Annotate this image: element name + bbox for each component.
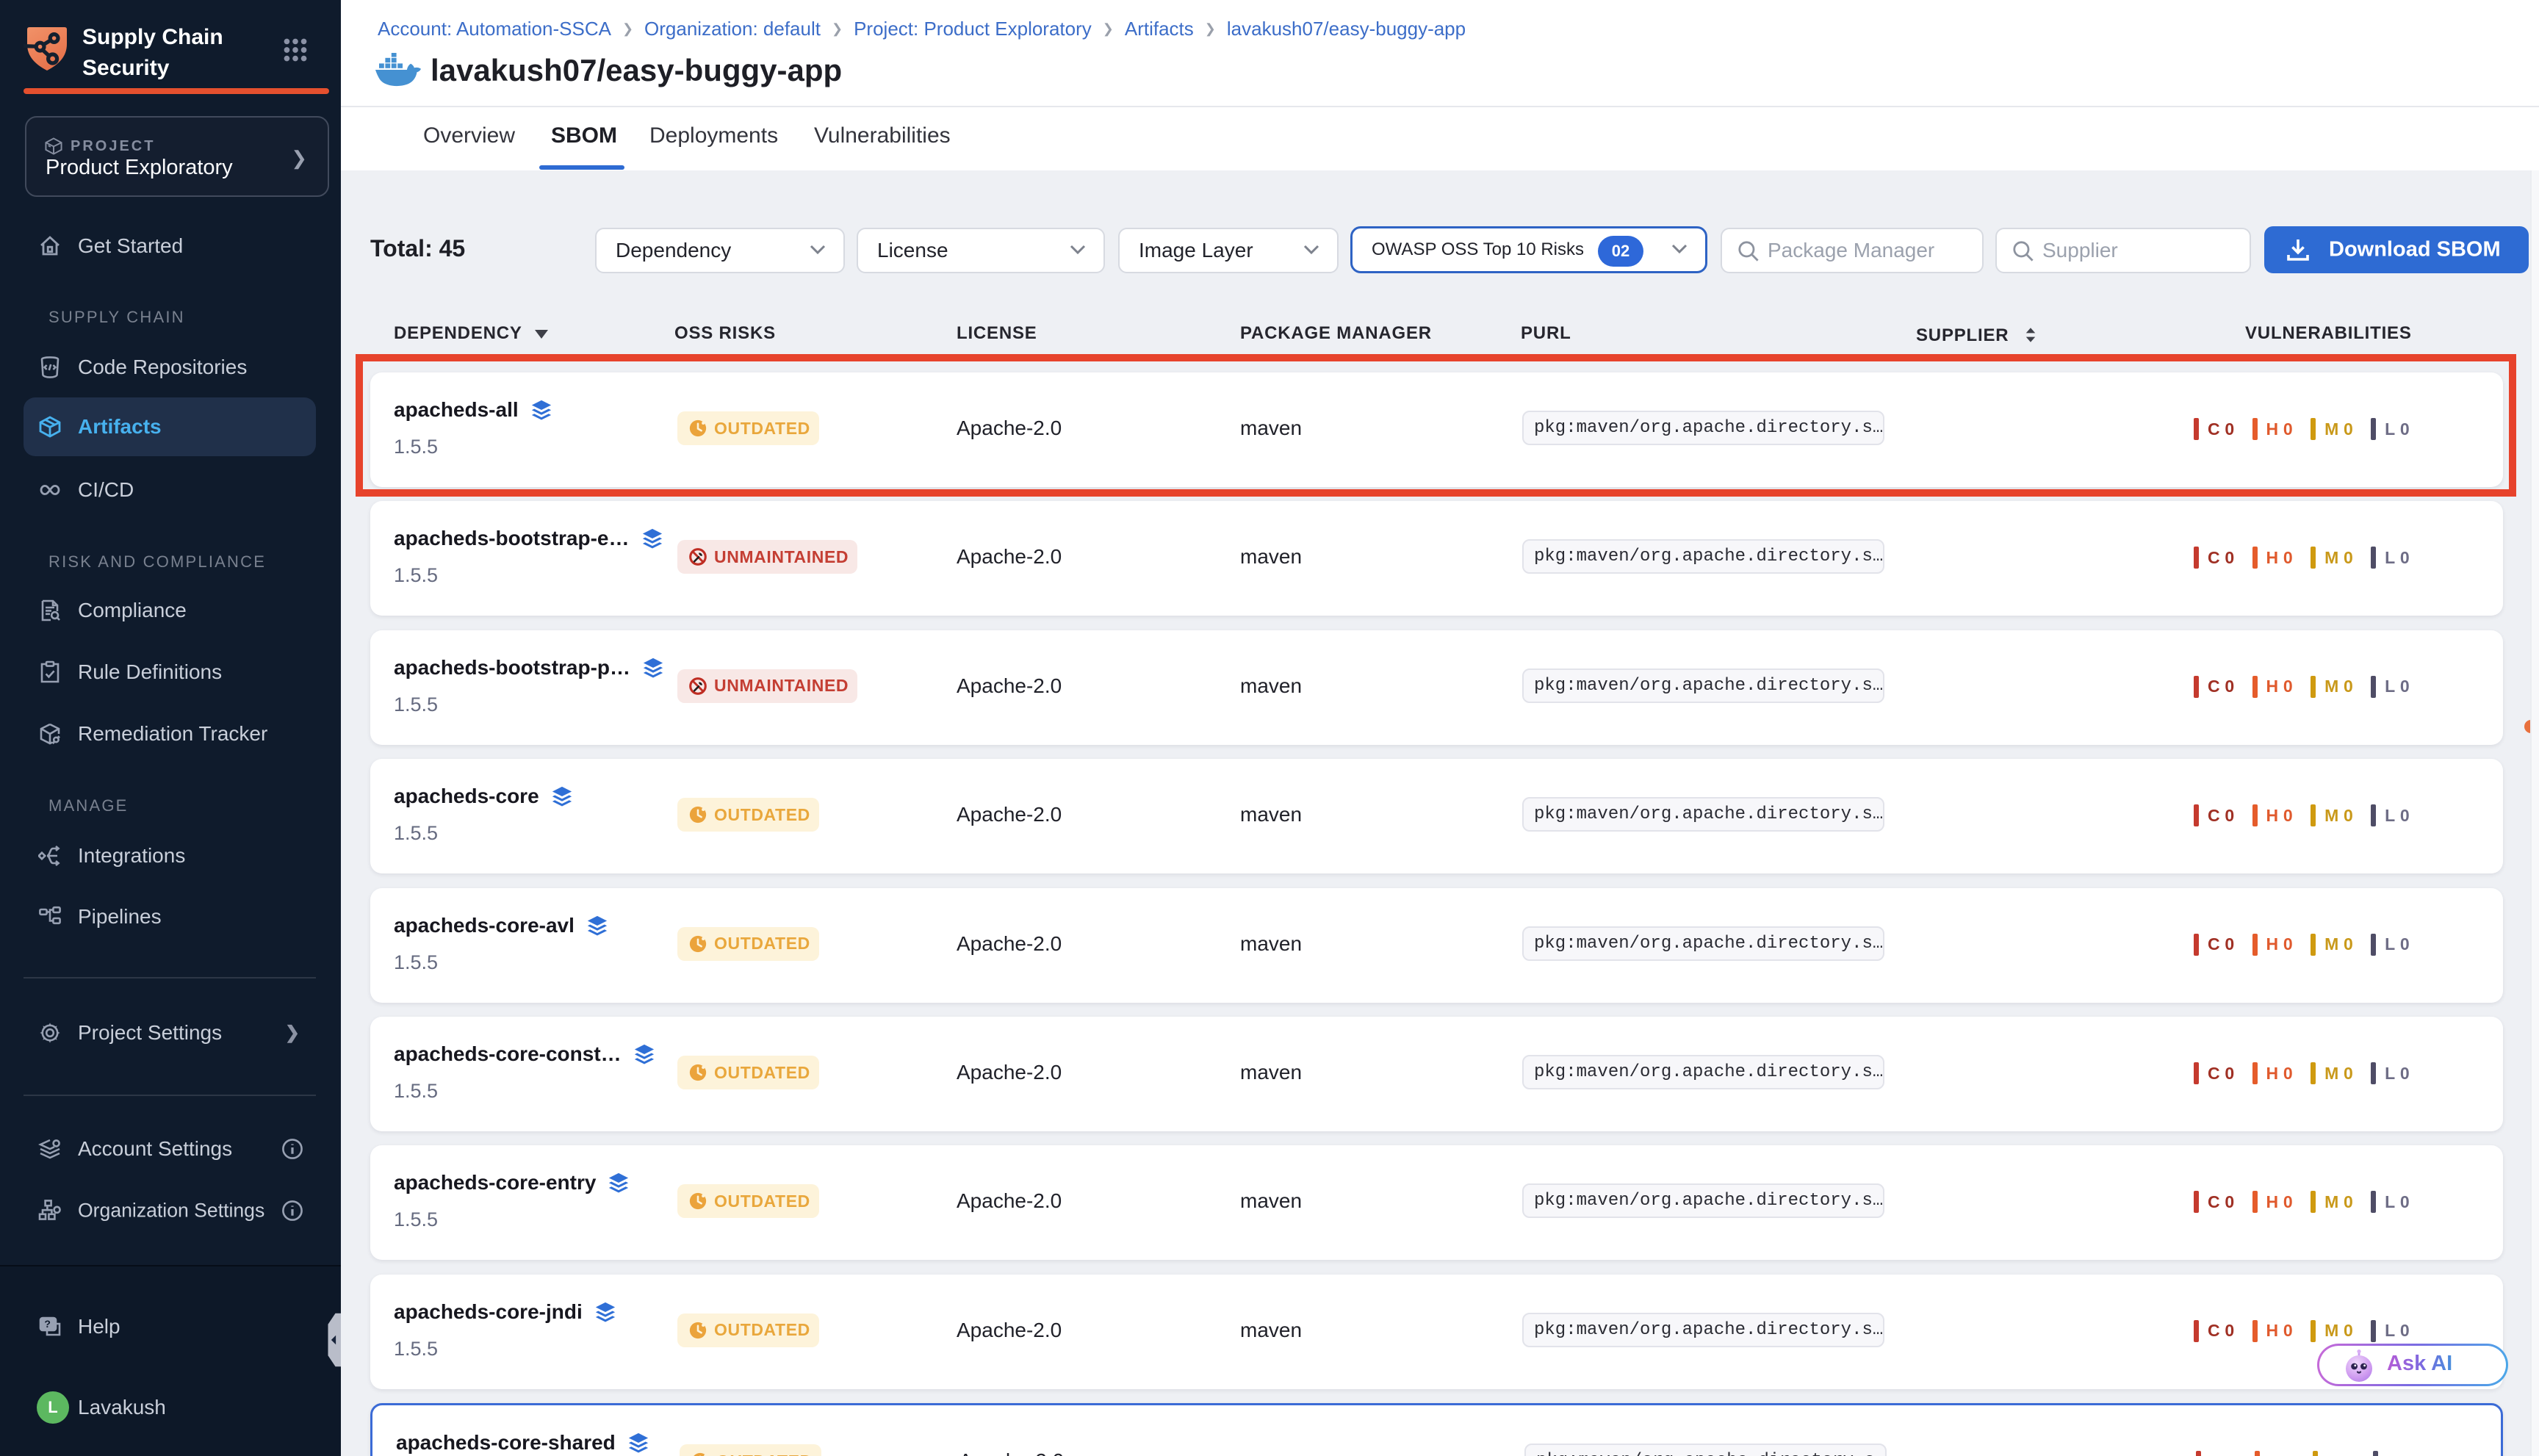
svg-text:?: ? bbox=[44, 1318, 51, 1330]
